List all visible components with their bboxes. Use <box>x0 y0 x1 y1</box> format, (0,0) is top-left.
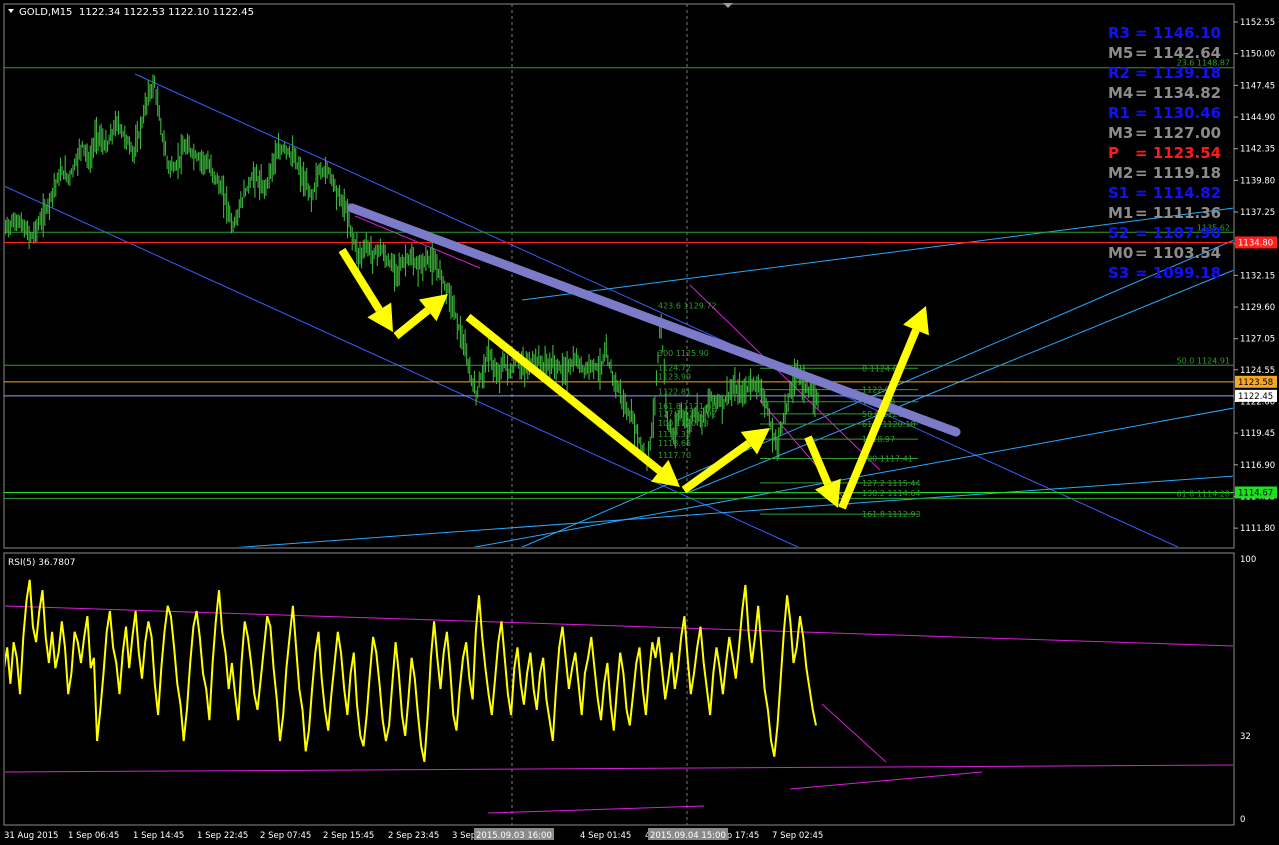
pivot-value: = 1114.82 <box>1135 184 1221 202</box>
pivot-value: = 1119.18 <box>1135 164 1221 182</box>
price-tick-label: 1127.05 <box>1240 335 1275 345</box>
pivot-value: = 1123.54 <box>1135 144 1221 162</box>
fib-label: 161.8 1112.93 <box>862 510 921 519</box>
pivot-value: = 1146.10 <box>1135 24 1221 42</box>
price-tick-label: 1142.35 <box>1240 145 1275 155</box>
pivot-value: = 1142.64 <box>1135 44 1221 62</box>
price-tick-label: 1124.55 <box>1240 366 1275 376</box>
time-tick-label: 4 Sep 01:45 <box>580 831 631 841</box>
price-tick-label: 1139.80 <box>1240 176 1275 186</box>
chart-background <box>0 0 1279 845</box>
time-tick-label: 3 Sep <box>452 831 476 841</box>
fib-label: 423.6 1129.72 <box>658 302 717 311</box>
time-highlight-label: 2015.09.04 15:00 <box>650 831 726 841</box>
pivot-value: = 1134.82 <box>1135 84 1221 102</box>
pivot-name: R2 <box>1108 64 1130 82</box>
price-tick-label: 1119.45 <box>1240 429 1275 439</box>
fib-label: 138.2 1114.64 <box>862 489 921 498</box>
pivot-value: = 1103.54 <box>1135 244 1221 262</box>
price-tag-value: 1114.67 <box>1238 488 1273 498</box>
time-tick-label: 1 Sep 14:45 <box>133 831 184 841</box>
price-tick-label: 1144.90 <box>1240 113 1275 123</box>
price-tick-label: 1152.55 <box>1240 18 1275 28</box>
level-label: 50.0 1124.91 <box>1177 356 1230 365</box>
time-highlight-label: 2015.09.03 16:00 <box>476 831 552 841</box>
level-label: 61.8 1114.28 <box>1177 489 1230 498</box>
pivot-value: = 1130.46 <box>1135 104 1221 122</box>
fib-label: 300 1125.90 <box>658 349 709 358</box>
time-tick-label: 2 Sep 23:45 <box>388 831 439 841</box>
price-tag-value: 1134.80 <box>1238 238 1273 248</box>
ohlc-label: 1122.34 1122.53 1122.10 1122.45 <box>79 7 254 18</box>
fib-label: 1124.72 <box>658 364 691 373</box>
time-tick-label: 1 Sep 22:45 <box>197 831 248 841</box>
rsi-tick-label: 0 <box>1240 815 1245 825</box>
fib-label: 127.2 1121.02 <box>658 410 717 419</box>
pivot-name: P <box>1108 144 1119 162</box>
time-tick-label: 31 Aug 2015 <box>4 831 58 841</box>
price-tick-label: 1116.90 <box>1240 461 1275 471</box>
fib-label: 1118.65 <box>658 439 691 448</box>
fib-label: 1123.99 <box>658 373 691 382</box>
pivot-name: S2 <box>1108 224 1129 242</box>
rsi-label: RSI(5) 36.7807 <box>8 558 75 568</box>
trading-chart[interactable]: 23.6 1148.871135.6250.0 1124.9161.8 1114… <box>0 0 1279 845</box>
fib-label: 100 1120.28 <box>658 419 709 428</box>
pivot-name: M3 <box>1108 124 1133 142</box>
pivot-name: M1 <box>1108 204 1133 222</box>
fib-label: 1117.70 <box>658 451 691 460</box>
pivot-value: = 1139.18 <box>1135 64 1221 82</box>
fib-label: 1122.81 <box>658 387 691 396</box>
pivot-value: = 1111.36 <box>1135 204 1221 222</box>
pivot-name: M2 <box>1108 164 1133 182</box>
pivot-name: R3 <box>1108 24 1130 42</box>
pivot-value: = 1127.00 <box>1135 124 1221 142</box>
time-tick-label: 7 Sep 02:45 <box>772 831 823 841</box>
pivot-name: S3 <box>1108 264 1129 282</box>
fib-label: 61.8 1120.18 <box>862 420 915 429</box>
pivot-name: R1 <box>1108 104 1130 122</box>
price-tick-label: 1137.25 <box>1240 208 1275 218</box>
time-tick-label: 2 Sep 07:45 <box>260 831 311 841</box>
price-tick-label: 1132.15 <box>1240 271 1275 281</box>
symbol-label: GOLD,M15 <box>19 7 72 18</box>
fib-label: 127.2 1115.44 <box>862 479 921 488</box>
price-tick-label: 1150.00 <box>1240 50 1275 60</box>
pivot-value: = 1107.90 <box>1135 224 1221 242</box>
price-tick-label: 1111.80 <box>1240 524 1275 534</box>
price-tick-label: 1147.45 <box>1240 81 1275 91</box>
fib-label: 100 1117.41 <box>862 454 913 463</box>
pivot-name: S1 <box>1108 184 1129 202</box>
rsi-tick-label: 100 <box>1240 555 1256 565</box>
time-tick-label: 1 Sep 06:45 <box>68 831 119 841</box>
pivot-name: M5 <box>1108 44 1133 62</box>
rsi-tick-label: 32 <box>1240 732 1251 742</box>
price-tag-value: 1122.45 <box>1238 392 1273 402</box>
time-tick-label: 2 Sep 15:45 <box>323 831 374 841</box>
pivot-value: = 1099.18 <box>1135 264 1221 282</box>
price-tag-value: 1123.58 <box>1238 378 1273 388</box>
price-tick-label: 1129.60 <box>1240 303 1275 313</box>
pivot-name: M0 <box>1108 244 1133 262</box>
pivot-name: M4 <box>1108 84 1133 102</box>
fib-label: 1119.38 <box>658 430 691 439</box>
